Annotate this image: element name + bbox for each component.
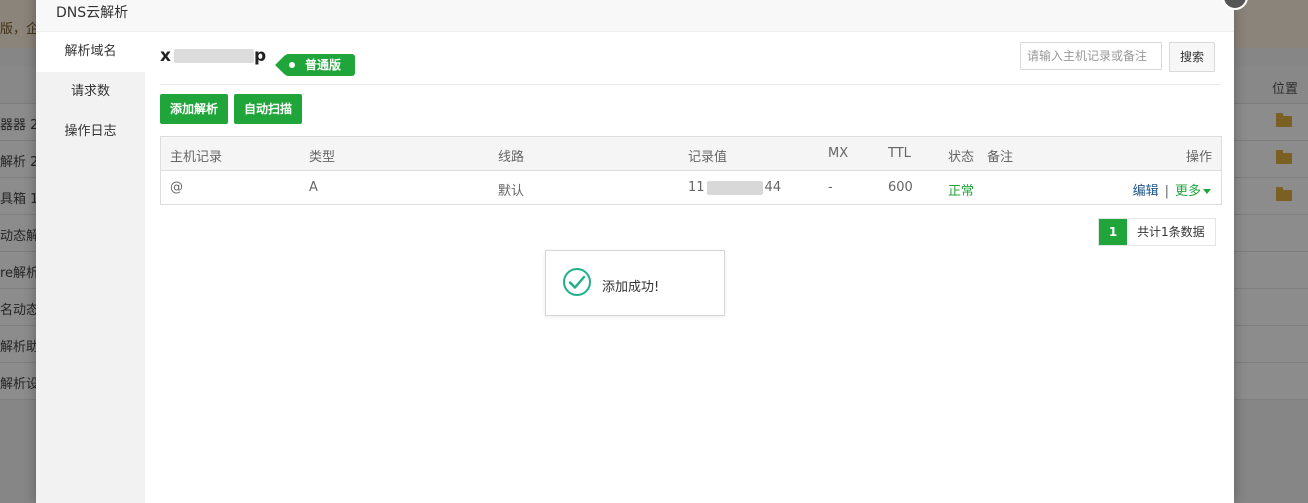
more-dropdown[interactable]: 更多 [1175,184,1211,199]
modal-title: DNS云解析 [56,5,129,21]
column-header-mx: MX [828,146,849,161]
sidebar-item-domains[interactable]: 解析域名 [36,32,145,72]
domain-suffix: p [253,46,268,66]
cell-mx: - [828,180,833,195]
cell-host: @ [170,180,183,195]
column-header-host: 主机记录 [170,150,223,165]
auto-scan-button[interactable]: 自动扫描 [234,94,303,124]
sidebar-item-requests[interactable]: 请求数 [36,72,145,112]
column-header-ttl: TTL [888,146,911,161]
table-row: @ A 默认 11 44 - 600 正常 编辑 | 更多 [161,171,1221,204]
more-label: 更多 [1174,184,1201,199]
chevron-down-icon [1203,189,1211,194]
modal-sidebar: 解析域名 请求数 操作日志 [36,32,145,503]
domain-prefix: x [160,46,172,66]
column-header-status: 状态 [948,150,975,165]
table-header: 主机记录 类型 线路 记录值 MX TTL 状态 备注 操作 [161,137,1221,171]
column-header-type: 类型 [309,150,336,165]
domain-name: xp [160,46,267,66]
column-header-actions: 操作 [1185,150,1212,165]
plan-badge: 普通版 [285,54,356,76]
cell-value: 11 44 [688,180,781,195]
cell-line: 默认 [498,184,525,199]
status-badge: 正常 [948,184,975,199]
search-input[interactable] [1020,42,1162,70]
page-current[interactable]: 1 [1099,219,1127,245]
redacted-text [173,49,254,63]
column-header-line: 线路 [498,150,525,165]
page-total: 共计1条数据 [1127,219,1215,245]
sidebar-item-logs[interactable]: 操作日志 [36,112,145,152]
cell-ttl: 600 [888,180,913,195]
badge-dot [289,62,295,68]
cell-value-start: 11 [688,180,705,195]
records-table: 主机记录 类型 线路 记录值 MX TTL 状态 备注 操作 @ A 默认 11… [160,136,1222,205]
success-toast: 添加成功! [545,250,725,316]
cell-value-end: 44 [764,180,782,195]
dns-modal: DNS云解析 解析域名 请求数 操作日志 xp 普通版 搜索 添加解析 自动扫描… [36,0,1248,503]
action-separator: | [1164,184,1169,199]
check-circle-icon [563,268,591,296]
redacted-text [706,180,763,195]
cell-type: A [309,180,318,195]
pagination: 1 共计1条数据 [1098,218,1216,246]
column-header-value: 记录值 [688,150,728,165]
plan-badge-label: 普通版 [305,58,342,72]
row-actions: 编辑 | 更多 [1133,180,1211,199]
edit-link[interactable]: 编辑 [1133,184,1159,199]
column-header-remark: 备注 [987,150,1014,165]
modal-title-bar: DNS云解析 [36,0,1234,32]
add-record-button[interactable]: 添加解析 [160,94,229,124]
search-button[interactable]: 搜索 [1169,42,1215,72]
divider [160,84,1220,85]
toast-message: 添加成功! [602,280,660,295]
